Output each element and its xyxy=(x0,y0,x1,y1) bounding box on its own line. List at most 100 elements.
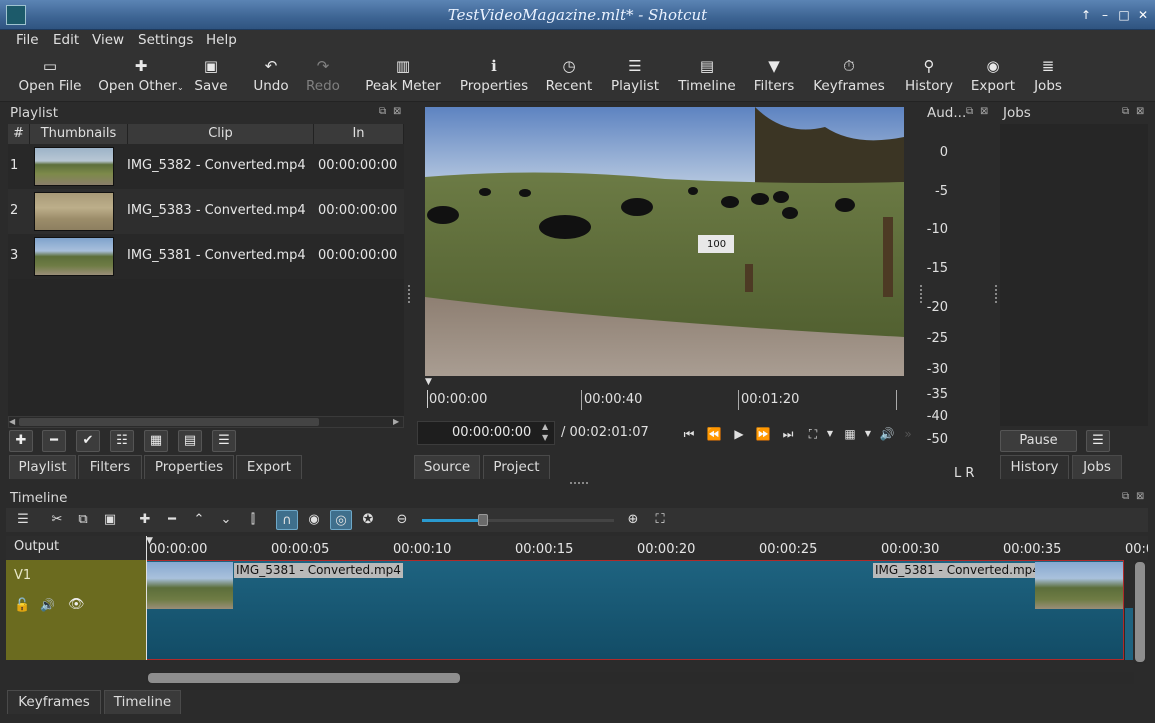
zoom-dropdown-button[interactable]: ▼ xyxy=(820,424,840,444)
tab-source[interactable]: Source xyxy=(414,455,480,479)
zoom-slider-handle[interactable] xyxy=(478,514,489,526)
redo-button[interactable]: ↷ Redo xyxy=(302,54,344,100)
float-panel-icon[interactable]: ⧉ xyxy=(379,106,386,117)
close-panel-icon[interactable]: ⊠ xyxy=(393,106,401,117)
float-panel-icon[interactable]: ⧉ xyxy=(1122,491,1129,502)
timeline-horizontal-scrollbar[interactable] xyxy=(146,672,1134,684)
tab-timeline[interactable]: Timeline xyxy=(104,690,181,714)
scrollbar-thumb[interactable] xyxy=(1135,562,1145,662)
v1-track-header[interactable]: V1 🔓 🔊 👁 xyxy=(6,560,146,660)
tiles-view-button[interactable]: ▦ xyxy=(144,430,168,452)
details-view-button[interactable]: ☷ xyxy=(110,430,134,452)
menu-edit[interactable]: Edit xyxy=(53,32,79,50)
jobs-button[interactable]: ≣ Jobs xyxy=(1030,54,1066,100)
playlist-row[interactable]: 3 IMG_5381 - Converted.mp4 00:00:00:00 xyxy=(8,234,404,279)
eye-icon[interactable]: 👁 xyxy=(68,597,85,612)
save-button[interactable]: ▣ Save xyxy=(190,54,232,100)
more-controls-button[interactable]: » xyxy=(898,424,918,444)
menu-settings[interactable]: Settings xyxy=(138,32,193,50)
export-button[interactable]: ◉ Export xyxy=(968,54,1018,100)
splitter-handle[interactable] xyxy=(408,285,411,303)
recent-button[interactable]: ◷ Recent xyxy=(543,54,595,100)
video-preview[interactable]: 100 xyxy=(425,107,904,376)
zoom-out-button[interactable]: ⊖ xyxy=(391,510,413,530)
tab-jobs[interactable]: Jobs xyxy=(1072,455,1122,479)
rewind-button[interactable]: ⏪ xyxy=(704,424,724,444)
open-other-button[interactable]: ✚ Open Other⌄ xyxy=(96,54,186,100)
overwrite-button[interactable]: ⌄ xyxy=(215,510,237,530)
zoom-to-fit-button[interactable]: ⛶ xyxy=(649,510,671,530)
timeline-playhead[interactable] xyxy=(146,536,147,660)
lock-icon[interactable]: 🔓 xyxy=(14,598,30,613)
mute-icon[interactable]: 🔊 xyxy=(40,598,55,612)
scroll-left-icon[interactable]: ◀ xyxy=(9,417,19,427)
zoom-in-button[interactable]: ⊕ xyxy=(622,510,644,530)
volume-button[interactable]: 🔊 xyxy=(877,424,897,444)
grid-button[interactable]: ▦ xyxy=(840,424,860,444)
skip-to-start-button[interactable]: ⏮ xyxy=(679,424,699,444)
update-clip-button[interactable]: ✔ xyxy=(76,430,100,452)
close-panel-icon[interactable]: ⊠ xyxy=(1136,106,1144,117)
ripple-delete-button[interactable]: ━ xyxy=(161,510,183,530)
tab-keyframes[interactable]: Keyframes xyxy=(7,690,101,714)
play-button[interactable]: ▶ xyxy=(729,424,749,444)
splitter-handle[interactable] xyxy=(920,285,923,303)
tab-properties[interactable]: Properties xyxy=(144,455,234,479)
zoom-slider[interactable] xyxy=(422,514,614,526)
keep-above-button[interactable]: ↑ xyxy=(1077,6,1095,24)
scroll-right-icon[interactable]: ▶ xyxy=(393,417,403,427)
lift-button[interactable]: ⌃ xyxy=(188,510,210,530)
tab-history[interactable]: History xyxy=(1000,455,1069,479)
skip-to-end-button[interactable]: ⏭ xyxy=(778,424,798,444)
ripple-all-toggle[interactable]: ✪ xyxy=(357,510,379,530)
timeline-ruler[interactable]: ▼ 00:00:00 00:00:05 00:00:10 00:00:15 00… xyxy=(146,536,1148,560)
keyframes-button[interactable]: ⏱ Keyframes xyxy=(811,54,887,100)
peak-meter-button[interactable]: ▥ Peak Meter xyxy=(362,54,444,100)
close-panel-icon[interactable]: ⊠ xyxy=(1136,491,1144,502)
tab-project[interactable]: Project xyxy=(483,455,550,479)
add-clip-button[interactable]: ✚ xyxy=(9,430,33,452)
fast-forward-button[interactable]: ⏩ xyxy=(753,424,773,444)
minimize-button[interactable]: – xyxy=(1096,6,1114,24)
timeline-button[interactable]: ▤ Timeline xyxy=(675,54,739,100)
open-file-button[interactable]: ▭ Open File xyxy=(12,54,88,100)
cut-button[interactable]: ✂ xyxy=(46,510,68,530)
maximize-button[interactable]: □ xyxy=(1115,6,1133,24)
column-header-thumbnails[interactable]: Thumbnails xyxy=(30,124,128,144)
split-button[interactable]: ⫿ xyxy=(242,510,264,530)
horizontal-splitter-handle[interactable] xyxy=(570,482,588,485)
tab-playlist[interactable]: Playlist xyxy=(9,455,76,479)
menu-view[interactable]: View xyxy=(92,32,124,50)
paste-button[interactable]: ▣ xyxy=(99,510,121,530)
column-header-number[interactable]: # xyxy=(8,124,30,144)
playlist-row[interactable]: 1 IMG_5382 - Converted.mp4 00:00:00:00 xyxy=(8,144,404,189)
jobs-menu-button[interactable]: ☰ xyxy=(1086,430,1110,452)
grid-dropdown-button[interactable]: ▼ xyxy=(858,424,878,444)
position-timecode-field[interactable]: 00:00:00:00 ▲ ▼ xyxy=(417,421,555,445)
close-panel-icon[interactable]: ⊠ xyxy=(980,106,988,117)
playlist-menu-button[interactable]: ☰ xyxy=(212,430,236,452)
snap-toggle[interactable]: ∩ xyxy=(276,510,298,530)
scrollbar-thumb[interactable] xyxy=(148,673,460,683)
scrub-toggle[interactable]: ◉ xyxy=(303,510,325,530)
undo-button[interactable]: ↶ Undo xyxy=(250,54,292,100)
timeline-vertical-scrollbar[interactable] xyxy=(1134,560,1146,664)
menu-file[interactable]: File xyxy=(16,32,39,50)
ripple-toggle[interactable]: ◎ xyxy=(330,510,352,530)
history-button[interactable]: ⚲ History xyxy=(902,54,956,100)
spin-down-icon[interactable]: ▼ xyxy=(542,433,548,442)
playlist-horizontal-scrollbar[interactable]: ◀ ▶ xyxy=(8,416,404,428)
pause-jobs-button[interactable]: Pause xyxy=(1000,430,1077,452)
icons-view-button[interactable]: ▤ xyxy=(178,430,202,452)
close-button[interactable]: ✕ xyxy=(1134,6,1152,24)
v1-clip[interactable]: IMG_5381 - Converted.mp4 IMG_5381 - Conv… xyxy=(146,560,1124,660)
player-scrub-bar[interactable]: ▼ 00:00:00 00:00:40 00:01:20 xyxy=(425,378,904,410)
scrollbar-thumb[interactable] xyxy=(19,418,319,426)
column-header-clip[interactable]: Clip xyxy=(128,124,314,144)
column-header-in[interactable]: In xyxy=(314,124,404,144)
splitter-handle[interactable] xyxy=(995,285,998,303)
remove-clip-button[interactable]: ━ xyxy=(42,430,66,452)
tab-filters[interactable]: Filters xyxy=(78,455,142,479)
float-panel-icon[interactable]: ⧉ xyxy=(966,106,973,117)
properties-button[interactable]: ℹ Properties xyxy=(456,54,532,100)
